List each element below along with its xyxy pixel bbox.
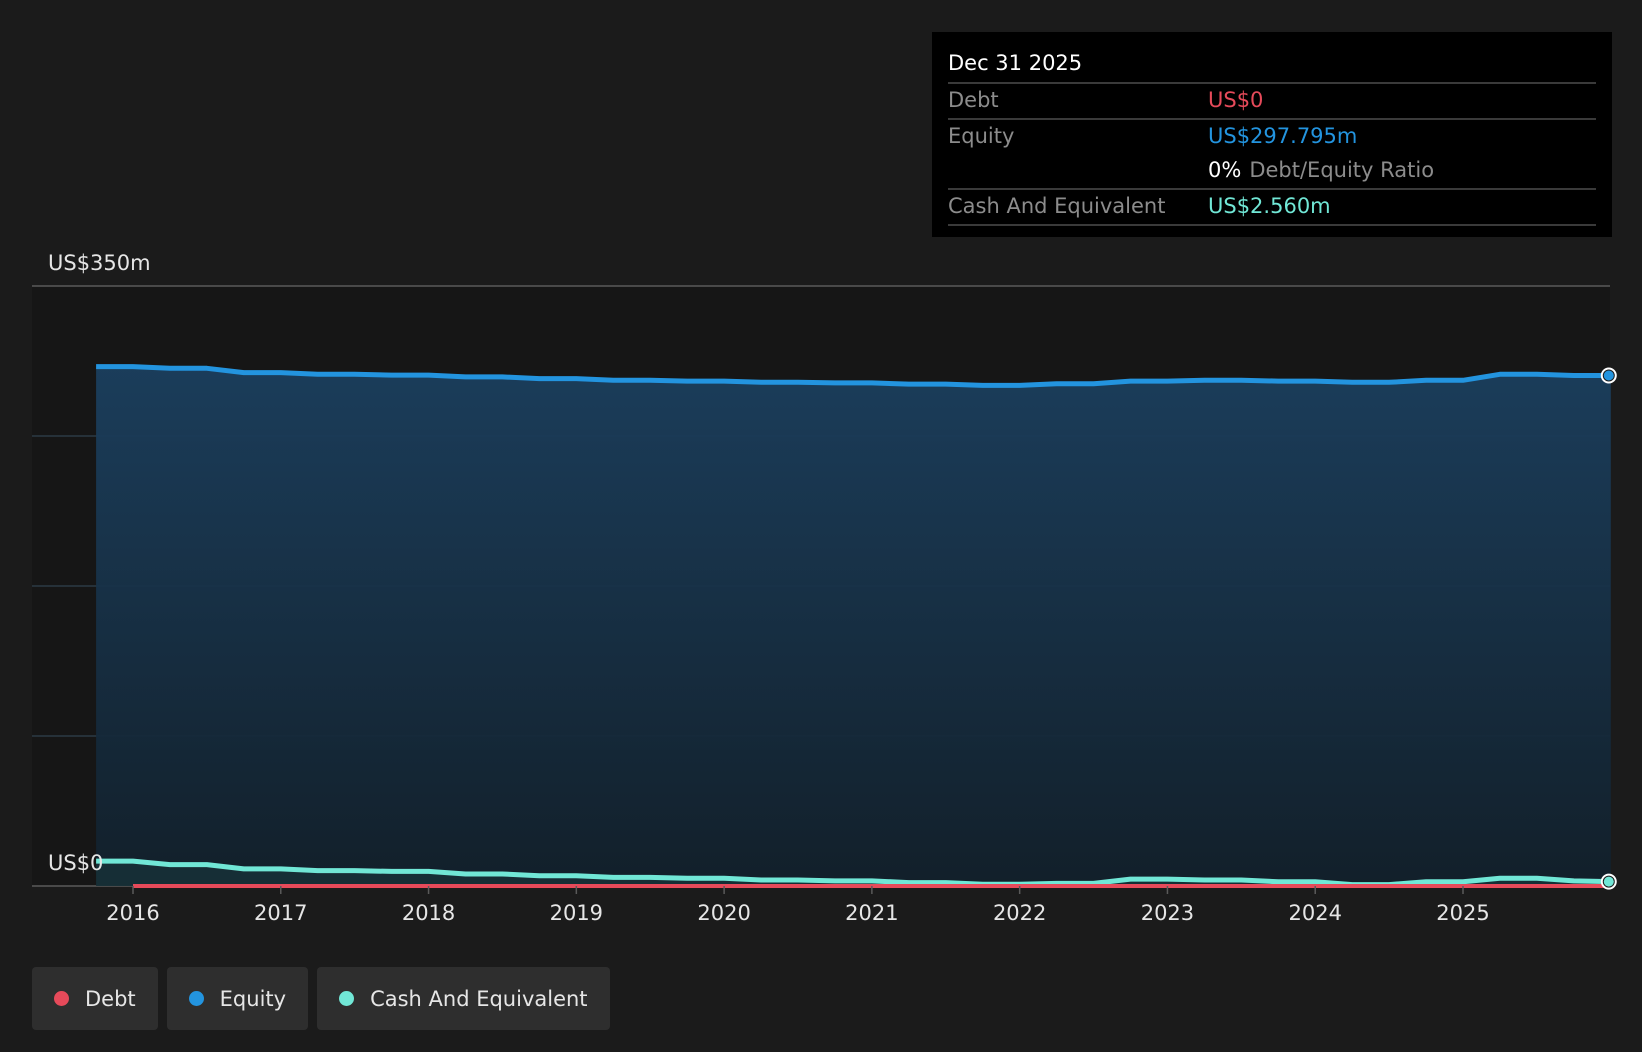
tooltip-equity-value: US$297.795m — [1208, 124, 1358, 148]
tooltip-equity-label: Equity — [948, 124, 1015, 148]
legend-debt-label: Debt — [85, 986, 136, 1011]
equity-dot-icon — [188, 991, 204, 1006]
tooltip-date: Dec 31 2025 — [948, 46, 1596, 84]
x-tick-label: 2017 — [254, 901, 307, 925]
tooltip-panel: Dec 31 2025 Debt US$0 Equity US$297.795m… — [932, 32, 1612, 237]
x-tick-label: 2016 — [106, 901, 159, 925]
legend-item-cash[interactable]: Cash And Equivalent — [317, 967, 610, 1030]
x-tick-label: 2025 — [1436, 901, 1489, 925]
x-tick-label: 2023 — [1141, 901, 1194, 925]
tooltip-ratio-label: Debt/Equity Ratio — [1249, 158, 1435, 182]
x-tick-label: 2018 — [402, 901, 455, 925]
tooltip-row-debt: Debt US$0 — [948, 84, 1596, 120]
equity-end-point-fill — [1603, 370, 1614, 381]
legend-item-equity[interactable]: Equity — [166, 967, 309, 1030]
x-tick-label: 2019 — [550, 901, 603, 925]
tooltip-ratio-percent: 0% — [1208, 158, 1242, 182]
x-axis: 2016 2017 2018 2019 2020 2021 2022 2023 2024 2025 — [106, 886, 1490, 925]
y-tick-label-top: US$350m — [48, 251, 151, 275]
cash-end-point-fill — [1603, 876, 1614, 887]
x-tick-label: 2022 — [993, 901, 1046, 925]
chart-legend: Debt Equity Cash And Equivalent — [32, 967, 610, 1030]
series-layer — [96, 364, 1617, 890]
tooltip-cash-label: Cash And Equivalent — [948, 194, 1166, 218]
tooltip-cash-value: US$2.560m — [1208, 194, 1331, 218]
cash-dot-icon — [339, 991, 355, 1006]
tooltip-debt-label: Debt — [948, 88, 999, 112]
tooltip-row-cash: Cash And Equivalent US$2.560m — [948, 190, 1596, 226]
legend-equity-label: Equity — [219, 986, 287, 1011]
tooltip-debt-value: US$0 — [1208, 88, 1264, 112]
x-tick-label: 2024 — [1288, 901, 1341, 925]
x-tick-label: 2020 — [697, 901, 750, 925]
equity-area — [96, 366, 1611, 887]
tooltip-row-equity: Equity US$297.795m — [948, 120, 1596, 154]
legend-cash-label: Cash And Equivalent — [370, 986, 588, 1011]
tooltip-row-ratio: 0% Debt/Equity Ratio — [948, 154, 1596, 190]
legend-item-debt[interactable]: Debt — [32, 967, 158, 1030]
y-tick-label-bottom: US$0 — [48, 851, 103, 875]
debt-dot-icon — [54, 991, 69, 1006]
x-tick-label: 2021 — [845, 901, 898, 925]
